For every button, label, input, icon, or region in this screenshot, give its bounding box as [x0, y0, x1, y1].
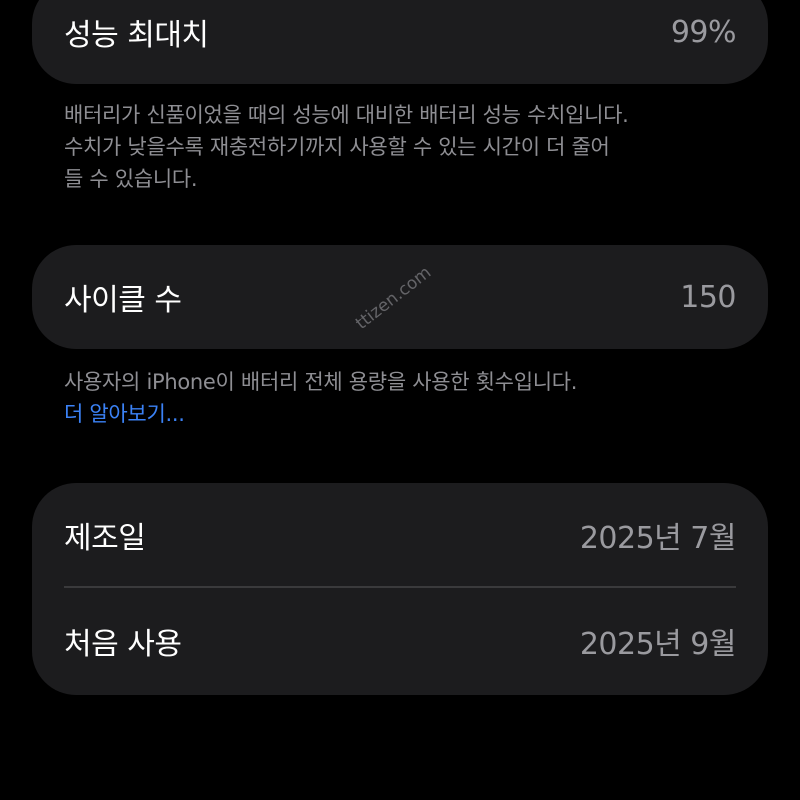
description-line: 들 수 있습니다.	[64, 167, 198, 191]
first-use-value: 2025년 9월	[579, 627, 737, 662]
manufacture-date-value: 2025년 7월	[579, 521, 737, 556]
first-use-row: 처음 사용 2025년 9월	[64, 619, 737, 663]
description-line: 사용자의 iPhone이 배터리 전체 용량을 사용한 횟수입니다.	[64, 370, 578, 394]
peak-performance-description: 배터리가 신품이었을 때의 성능에 대비한 배터리 성능 수치입니다. 수치가 …	[64, 99, 744, 195]
description-line: 수치가 낮을수록 재충전하기까지 사용할 수 있는 시간이 더 줄어	[64, 135, 610, 159]
battery-dates-card: 제조일 2025년 7월 처음 사용 2025년 9월	[32, 483, 768, 695]
manufacture-date-row: 제조일 2025년 7월	[64, 513, 737, 557]
cycle-count-value: 150	[680, 279, 736, 315]
manufacture-date-label: 제조일	[64, 521, 146, 556]
description-line: 배터리가 신품이었을 때의 성능에 대비한 배터리 성능 수치입니다.	[64, 103, 629, 127]
row-divider	[64, 586, 736, 588]
cycle-count-label: 사이클 수	[64, 283, 182, 318]
peak-performance-row: 성능 최대치 99%	[64, 10, 737, 54]
cycle-count-description: 사용자의 iPhone이 배터리 전체 용량을 사용한 횟수입니다. 더 알아보…	[64, 366, 744, 430]
first-use-label: 처음 사용	[64, 627, 182, 662]
peak-performance-label: 성능 최대치	[64, 18, 209, 53]
peak-performance-value: 99%	[670, 14, 737, 50]
learn-more-link[interactable]: 더 알아보기...	[64, 402, 185, 426]
peak-performance-card: 성능 최대치 99%	[32, 0, 768, 84]
